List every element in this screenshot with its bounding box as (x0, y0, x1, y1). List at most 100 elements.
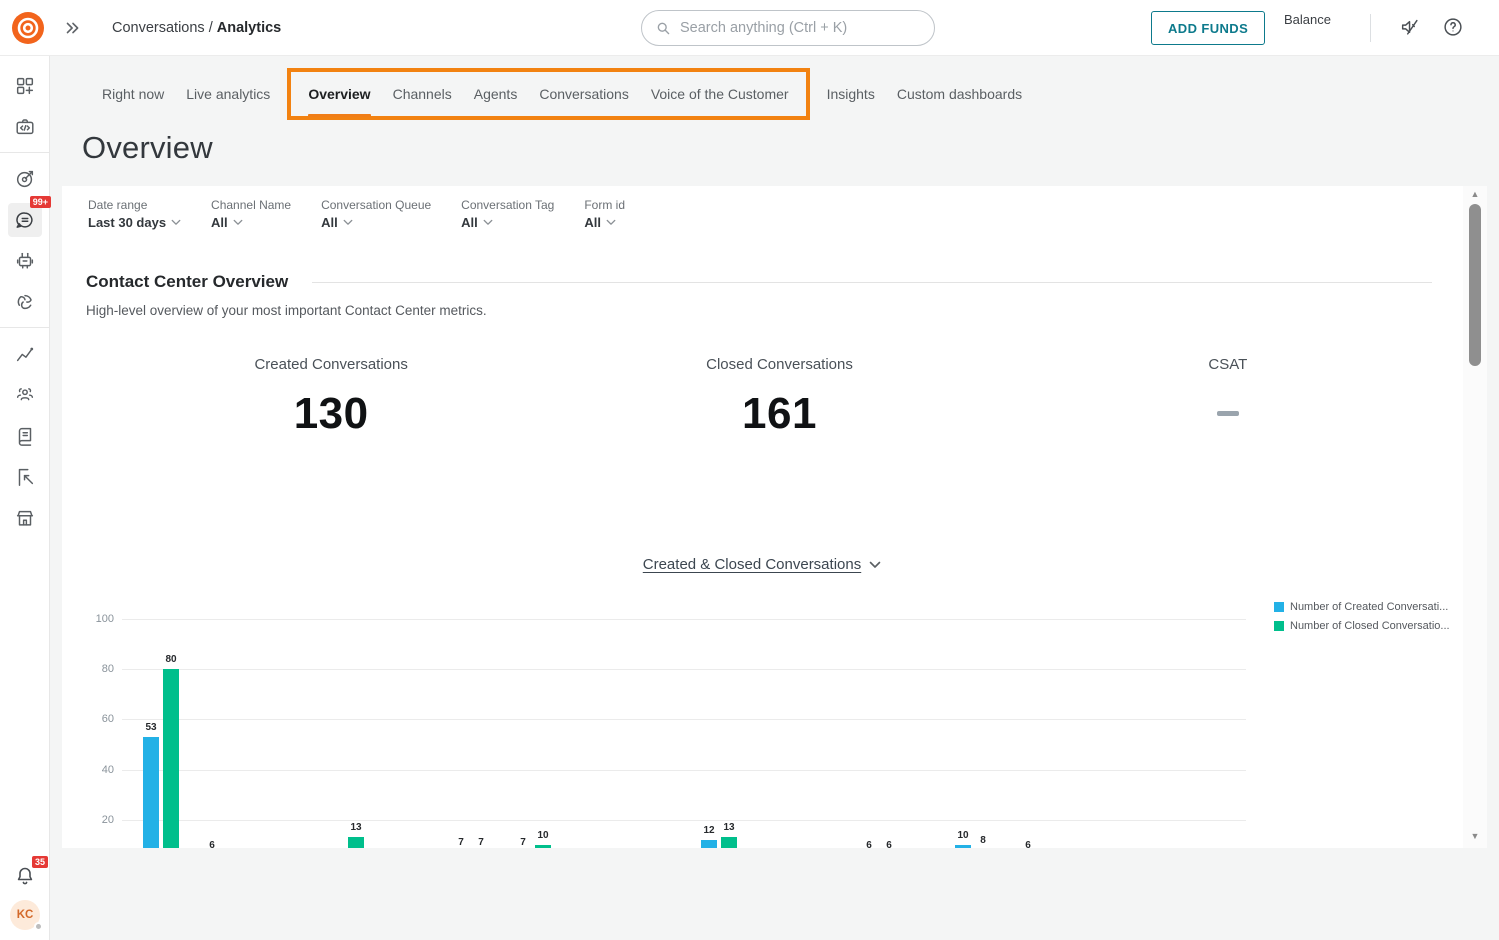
tab-insights[interactable]: Insights (827, 68, 875, 120)
filter-conversation-queue[interactable]: Conversation QueueAll (321, 198, 431, 230)
chart-bar-closed[interactable] (348, 837, 364, 848)
chart-gridline (122, 669, 1246, 670)
scroll-up-arrow[interactable]: ▲ (1463, 189, 1487, 203)
tab-agents[interactable]: Agents (474, 68, 518, 120)
filter-channel-name[interactable]: Channel Name All (211, 198, 291, 230)
user-avatar[interactable]: KC (0, 900, 50, 930)
filter-value[interactable]: All (211, 215, 291, 230)
sidebar-item-audiences[interactable] (0, 374, 50, 415)
y-axis-tick: 60 (78, 713, 114, 725)
metric-empty-dash (1217, 411, 1239, 416)
people-group-icon (8, 378, 42, 412)
y-axis-tick: 40 (78, 764, 114, 776)
target-icon (8, 162, 42, 196)
sidebar-item-flows[interactable] (0, 456, 50, 497)
chart-bar-closed[interactable] (163, 669, 179, 848)
infobip-logo-icon[interactable] (10, 10, 46, 46)
search-input[interactable] (680, 20, 922, 36)
chat-bubble-icon (14, 209, 36, 231)
chart-selector-label[interactable]: Created & Closed Conversations (643, 556, 861, 573)
add-funds-button[interactable]: ADD FUNDS (1151, 11, 1265, 45)
section-header: Contact Center Overview (86, 272, 1432, 292)
chart-bar-created[interactable] (701, 840, 717, 848)
legend-item[interactable]: Number of Closed Conversatio... (1274, 620, 1450, 632)
storefront-icon (8, 501, 42, 535)
tab-channels[interactable]: Channels (393, 68, 452, 120)
sidebar-item-apps[interactable] (0, 65, 50, 106)
sidebar-item-docs[interactable] (0, 415, 50, 456)
balance-label[interactable]: Balance (1284, 12, 1331, 27)
robot-icon (8, 244, 42, 278)
metric-label: Created Conversations (254, 356, 407, 373)
tab-conversations[interactable]: Conversations (539, 68, 629, 120)
filter-label: Channel Name (211, 198, 291, 212)
sidebar-item-conversations[interactable]: 99+ (0, 199, 50, 240)
section-title: Contact Center Overview (86, 272, 288, 292)
conversations-count-badge: 99+ (30, 196, 51, 208)
chart-gridline (122, 820, 1246, 821)
sidebar-item-answers[interactable] (0, 240, 50, 281)
scrollbar-thumb[interactable] (1469, 204, 1481, 366)
filters-bar: Date rangeLast 30 daysChannel NameAllCon… (88, 198, 655, 230)
chart-bar-value: 6 (198, 840, 226, 848)
page-title: Overview (82, 130, 213, 166)
sidebar-item-developer-tools[interactable] (0, 106, 50, 147)
breadcrumb-section[interactable]: Conversations / (112, 20, 213, 36)
legend-label: Number of Created Conversati... (1290, 601, 1448, 613)
sidebar-item-analytics[interactable] (0, 333, 50, 374)
scroll-down-arrow[interactable]: ▼ (1463, 831, 1487, 845)
avatar-initials: KC (17, 909, 34, 921)
filter-value[interactable]: Last 30 days (88, 215, 181, 230)
top-header: Conversations / Analytics ADD FUNDS Bala… (0, 0, 1499, 56)
collapse-sidebar-icon[interactable] (62, 17, 84, 39)
flag-corner-icon (8, 460, 42, 494)
global-search[interactable] (641, 10, 935, 46)
sidebar-item-moments[interactable] (0, 158, 50, 199)
chevron-down-icon (343, 219, 353, 226)
chevron-down-icon (869, 561, 881, 569)
filter-label: Date range (88, 198, 181, 212)
breadcrumb: Conversations / Analytics (112, 0, 281, 56)
filter-value[interactable]: All (321, 215, 431, 230)
legend-label: Number of Closed Conversatio... (1290, 620, 1450, 632)
panel-scrollbar[interactable]: ▲ ▼ (1463, 186, 1487, 848)
chart-legend: Number of Created Conversati... Number of… (1274, 601, 1450, 639)
metric-value: 161 (742, 389, 817, 439)
chart-bar-closed[interactable] (535, 845, 551, 848)
chart-bar-closed[interactable] (721, 837, 737, 848)
y-axis-tick: 20 (78, 814, 114, 826)
metrics-row: Created Conversations130Closed Conversat… (107, 356, 1452, 439)
tab-voice-of-the-customer[interactable]: Voice of the Customer (651, 68, 789, 120)
legend-item[interactable]: Number of Created Conversati... (1274, 601, 1450, 613)
chart-bar-created[interactable] (143, 737, 159, 848)
tab-overview[interactable]: Overview (308, 68, 370, 120)
y-axis-tick: 80 (78, 663, 114, 675)
sidebar-item-notifications[interactable]: 35 (0, 864, 50, 888)
chart-bar-value: 6 (875, 840, 903, 848)
header-divider (1370, 14, 1371, 42)
tab-live-analytics[interactable]: Live analytics (186, 68, 270, 120)
tab-right-now[interactable]: Right now (102, 68, 164, 120)
chart-selector[interactable]: Created & Closed Conversations (62, 556, 1462, 573)
filter-date-range[interactable]: Date range Last 30 days (88, 198, 181, 230)
chart-bar-value: 13 (342, 822, 370, 833)
filter-value[interactable]: All (461, 215, 554, 230)
y-axis-tick: 100 (78, 613, 114, 625)
left-sidebar: 99+ (0, 56, 50, 940)
filter-label: Form id (584, 198, 625, 212)
tab-custom-dashboards[interactable]: Custom dashboards (897, 68, 1022, 120)
chevron-down-icon (171, 219, 181, 226)
help-icon[interactable] (1442, 16, 1464, 38)
sidebar-item-people[interactable] (0, 281, 50, 322)
chart-gridline (122, 719, 1246, 720)
metric-created-conversations: Created Conversations130 (107, 356, 555, 439)
chart-gridline (122, 770, 1246, 771)
sound-muted-icon[interactable] (1399, 16, 1421, 38)
sidebar-item-exchange[interactable] (0, 497, 50, 538)
notifications-count-badge: 35 (32, 856, 48, 868)
breadcrumb-page: Analytics (217, 20, 281, 36)
sidebar-divider (0, 327, 49, 328)
filter-form-id[interactable]: Form id All (584, 198, 625, 230)
filter-conversation-tag[interactable]: Conversation TagAll (461, 198, 554, 230)
filter-value[interactable]: All (584, 215, 625, 230)
